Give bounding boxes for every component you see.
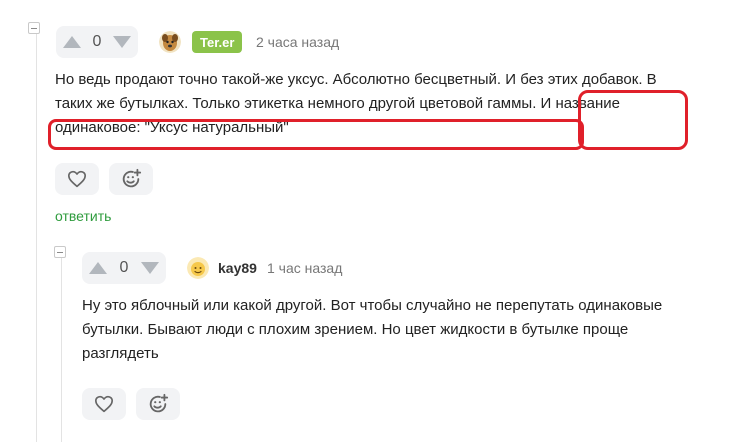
comment-text: Ну это яблочный или какой другой. Вот чт…: [82, 294, 722, 366]
comment-text: Но ведь продают точно такой-же уксус. Аб…: [55, 68, 715, 140]
timestamp: 2 часа назад: [256, 34, 340, 50]
collapse-button[interactable]: [28, 22, 40, 34]
comment-line: разглядеть: [82, 345, 159, 362]
heart-icon: [68, 170, 86, 188]
smiley-plus-icon: [149, 393, 169, 413]
thread-line-root: [36, 34, 37, 442]
comment-line: Но ведь продают точно такой-же уксус. Аб…: [55, 71, 657, 88]
downvote-icon[interactable]: [113, 36, 131, 48]
downvote-icon[interactable]: [141, 262, 159, 274]
dog-avatar-icon: [159, 31, 181, 53]
username[interactable]: kay89: [218, 260, 257, 276]
smiley-plus-icon: [122, 168, 142, 188]
like-button[interactable]: [55, 163, 99, 195]
username-badge[interactable]: Ter.er: [192, 31, 243, 53]
collapse-button-reply[interactable]: [54, 246, 66, 258]
upvote-icon[interactable]: [89, 262, 107, 274]
heart-icon: [95, 395, 113, 413]
vote-box: 0: [82, 252, 166, 284]
comment-line: таких же бутылках. Только этикетка немно…: [55, 95, 620, 112]
vote-count: 0: [92, 33, 102, 50]
timestamp: 1 час назад: [267, 260, 343, 276]
minus-icon: [57, 251, 63, 253]
upvote-icon[interactable]: [63, 36, 81, 48]
minus-icon: [31, 27, 37, 29]
reaction-button[interactable]: [136, 388, 180, 420]
avatar[interactable]: [187, 257, 209, 279]
comment-line: Ну это яблочный или какой другой. Вот чт…: [82, 297, 663, 314]
vote-box: 0: [56, 26, 138, 58]
emoji-avatar-icon: [187, 257, 209, 279]
username: Ter.er: [200, 34, 235, 50]
comment-line: бутылки. Бывают люди с плохим зрением. Н…: [82, 321, 629, 338]
reaction-button[interactable]: [109, 163, 153, 195]
like-button[interactable]: [82, 388, 126, 420]
reply-link[interactable]: ответить: [55, 208, 111, 224]
comment-line: одинаковое: "Уксус натуральный": [55, 119, 289, 136]
avatar[interactable]: [159, 31, 181, 53]
thread-line-reply: [61, 258, 62, 442]
vote-count: 0: [119, 259, 129, 276]
